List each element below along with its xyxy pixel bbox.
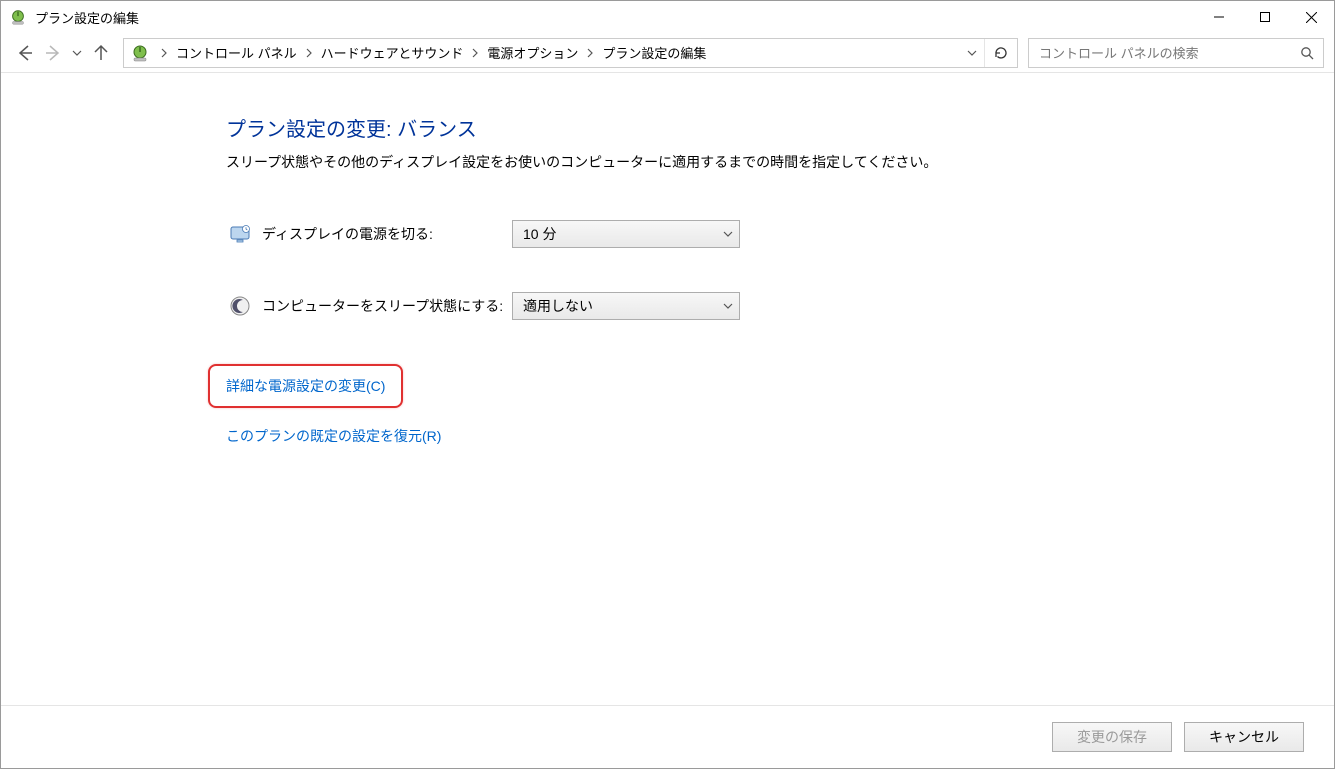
display-off-combo[interactable]: 10 分 [512,220,740,248]
display-off-row: ディスプレイの電源を切る: 10 分 [226,220,1294,248]
links-section: 詳細な電源設定の変更(C) このプランの既定の設定を復元(R) [226,364,1294,446]
footer: 変更の保存 キャンセル [1,705,1334,768]
sleep-value: 適用しない [523,296,717,316]
minimize-button[interactable] [1196,1,1242,33]
recent-locations-button[interactable] [69,48,85,58]
cancel-button[interactable]: キャンセル [1184,722,1304,752]
sleep-combo[interactable]: 適用しない [512,292,740,320]
content-area: プラン設定の変更: バランス スリープ状態やその他のディスプレイ設定をお使いのコ… [1,73,1334,705]
chevron-right-icon[interactable] [301,48,317,58]
window-frame: プラン設定の編集 [0,0,1335,769]
window-controls [1196,1,1334,33]
chevron-down-icon [717,229,739,239]
title-bar: プラン設定の編集 [1,1,1334,33]
chevron-right-icon[interactable] [156,48,172,58]
sleep-row: コンピューターをスリープ状態にする: 適用しない [226,292,1294,320]
advanced-settings-link[interactable]: 詳細な電源設定の変更(C) [208,364,403,408]
search-box[interactable]: コントロール パネルの検索 [1028,38,1324,68]
close-button[interactable] [1288,1,1334,33]
window-title: プラン設定の編集 [35,8,139,27]
refresh-button[interactable] [984,39,1017,67]
page-heading: プラン設定の変更: バランス [226,113,1294,142]
app-icon [9,8,27,26]
back-button[interactable] [13,41,37,65]
navigation-row: コントロール パネル ハードウェアとサウンド 電源オプション プラン設定の編集 [1,33,1334,73]
up-button[interactable] [89,41,113,65]
breadcrumb-item[interactable]: プラン設定の編集 [598,43,710,62]
maximize-button[interactable] [1242,1,1288,33]
search-icon[interactable] [1297,46,1317,60]
display-off-value: 10 分 [523,224,717,244]
breadcrumb-item[interactable]: ハードウェアとサウンド [317,43,468,62]
search-placeholder: コントロール パネルの検索 [1039,43,1297,62]
restore-defaults-link[interactable]: このプランの既定の設定を復元(R) [226,426,1294,446]
page-description: スリープ状態やその他のディスプレイ設定をお使いのコンピューターに適用するまでの時… [226,152,1294,172]
chevron-right-icon[interactable] [582,48,598,58]
breadcrumb-item[interactable]: コントロール パネル [172,43,301,62]
address-bar[interactable]: コントロール パネル ハードウェアとサウンド 電源オプション プラン設定の編集 [123,38,1018,68]
chevron-right-icon[interactable] [467,48,483,58]
address-icon [130,43,150,63]
breadcrumb-item[interactable]: 電源オプション [483,43,582,62]
display-icon [226,222,254,246]
sleep-label: コンピューターをスリープ状態にする: [262,296,512,316]
page-body: プラン設定の変更: バランス スリープ状態やその他のディスプレイ設定をお使いのコ… [226,113,1294,470]
address-dropdown-button[interactable] [960,39,984,67]
chevron-down-icon [717,301,739,311]
display-off-label: ディスプレイの電源を切る: [262,224,512,244]
forward-button[interactable] [41,41,65,65]
moon-icon [226,294,254,318]
save-button[interactable]: 変更の保存 [1052,722,1172,752]
